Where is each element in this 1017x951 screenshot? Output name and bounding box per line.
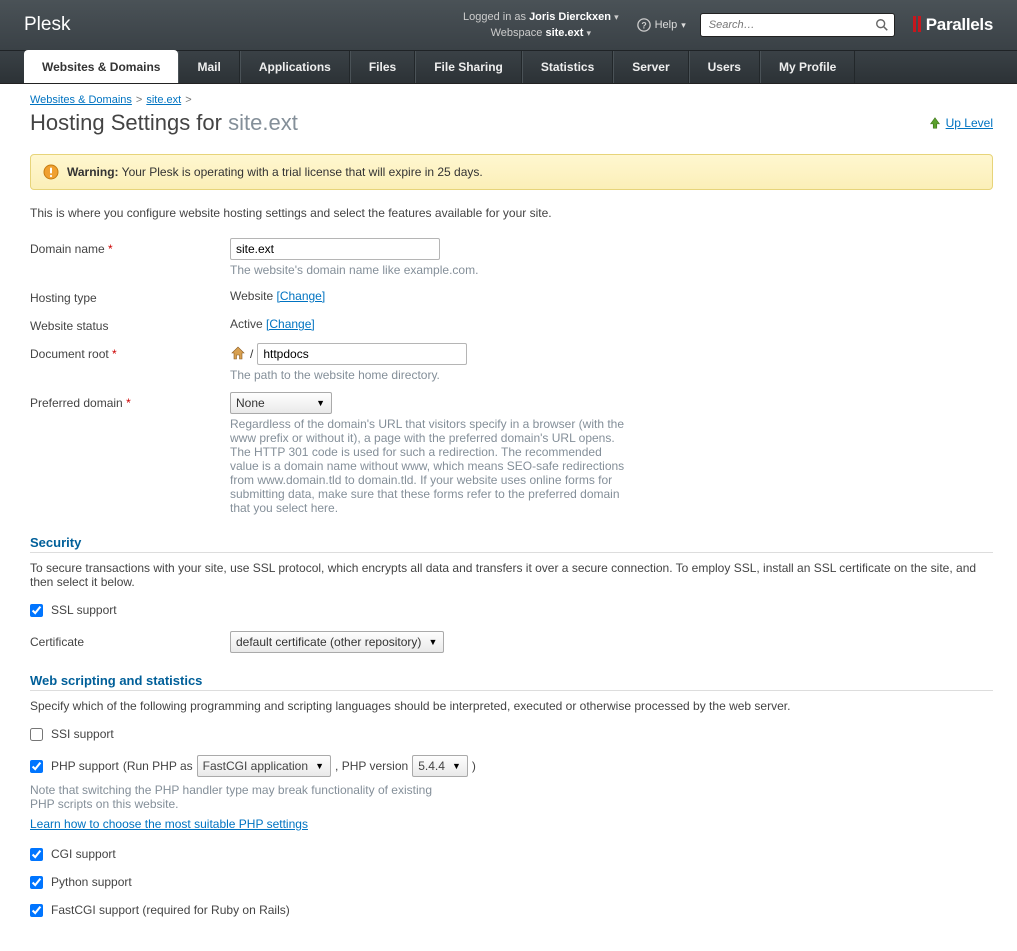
chevron-down-icon: ▼ <box>315 761 324 771</box>
top-header: Plesk Logged in as Joris Dierckxen ▾ Web… <box>0 0 1017 50</box>
search-input[interactable] <box>700 13 895 37</box>
security-desc: To secure transactions with your site, u… <box>30 561 993 589</box>
ssl-support-label: SSL support <box>51 603 117 617</box>
row-certificate: Certificate default certificate (other r… <box>30 631 993 653</box>
label-website-status: Website status <box>30 315 230 333</box>
page-content: Websites & Domains>site.ext> Hosting Set… <box>0 84 1017 951</box>
row-python-support: Python support <box>30 875 993 889</box>
row-doc-root: Document root * / The path to the websit… <box>30 343 993 382</box>
python-checkbox[interactable] <box>30 876 43 889</box>
chevron-down-icon: ▾ <box>586 28 591 38</box>
page-title-row: Hosting Settings for site.ext Up Level <box>30 110 993 136</box>
tab-file-sharing[interactable]: File Sharing <box>415 51 522 83</box>
svg-text:?: ? <box>641 21 646 31</box>
row-preferred-domain: Preferred domain * None▼ Regardless of t… <box>30 392 993 515</box>
hint-domain-name: The website's domain name like example.c… <box>230 263 630 277</box>
row-fastcgi-support: FastCGI support (required for Ruby on Ra… <box>30 903 993 917</box>
php-checkbox[interactable] <box>30 760 43 773</box>
chevron-down-icon: ▼ <box>452 761 461 771</box>
fastcgi-label: FastCGI support (required for Ruby on Ra… <box>51 903 290 917</box>
page-title: Hosting Settings for site.ext <box>30 110 298 136</box>
doc-root-input[interactable] <box>257 343 467 365</box>
label-preferred-domain: Preferred domain * <box>30 392 230 410</box>
chevron-down-icon: ▼ <box>429 637 438 647</box>
breadcrumb: Websites & Domains>site.ext> <box>30 94 993 106</box>
php-handler-select[interactable]: FastCGI application▼ <box>197 755 331 777</box>
main-tabs: Websites & Domains Mail Applications Fil… <box>0 50 1017 84</box>
plesk-logo: Plesk <box>24 14 70 36</box>
breadcrumb-site[interactable]: site.ext <box>146 94 181 106</box>
row-php-support: PHP support (Run PHP as FastCGI applicat… <box>30 755 993 777</box>
hint-preferred-domain: Regardless of the domain's URL that visi… <box>230 417 630 515</box>
webspace-selector[interactable]: Webspace site.ext ▾ <box>463 25 619 41</box>
row-ssl-support: SSL support <box>30 603 993 617</box>
warning-box: Warning: Your Plesk is operating with a … <box>30 154 993 190</box>
intro-text: This is where you configure website host… <box>30 206 993 220</box>
ssi-label: SSI support <box>51 727 114 741</box>
domain-name-input[interactable] <box>230 238 440 260</box>
tab-applications[interactable]: Applications <box>240 51 350 83</box>
preferred-domain-select[interactable]: None▼ <box>230 392 332 414</box>
learn-php-link[interactable]: Learn how to choose the most suitable PH… <box>30 817 308 831</box>
change-website-status[interactable]: [Change] <box>266 317 315 331</box>
row-ssi-support: SSI support <box>30 727 993 741</box>
home-icon <box>230 345 246 364</box>
up-level-link[interactable]: Up Level <box>928 116 993 130</box>
php-support-label: PHP support <box>51 759 119 773</box>
chevron-down-icon: ▾ <box>681 20 686 31</box>
php-note: Note that switching the PHP handler type… <box>30 783 450 811</box>
chevron-down-icon: ▼ <box>316 398 325 408</box>
row-website-status: Website status Active [Change] <box>30 315 993 333</box>
ssi-checkbox[interactable] <box>30 728 43 741</box>
row-domain-name: Domain name * The website's domain name … <box>30 238 993 277</box>
breadcrumb-websites[interactable]: Websites & Domains <box>30 94 132 106</box>
warning-icon <box>43 164 59 180</box>
search-icon[interactable] <box>875 18 889 32</box>
section-scripting: Web scripting and statistics <box>30 673 993 691</box>
logged-in-user[interactable]: Logged in as Joris Dierckxen ▾ <box>463 9 619 25</box>
row-hosting-type: Hosting type Website [Change] <box>30 287 993 305</box>
ssl-support-checkbox[interactable] <box>30 604 43 617</box>
row-cgi-support: CGI support <box>30 847 993 861</box>
user-info: Logged in as Joris Dierckxen ▾ Webspace … <box>463 9 619 41</box>
label-certificate: Certificate <box>30 631 230 649</box>
help-icon: ? <box>637 18 651 32</box>
section-security: Security <box>30 535 993 553</box>
php-version-select[interactable]: 5.4.4▼ <box>412 755 468 777</box>
change-hosting-type[interactable]: [Change] <box>276 289 325 303</box>
tab-statistics[interactable]: Statistics <box>522 51 613 83</box>
chevron-down-icon: ▾ <box>614 12 619 22</box>
cgi-label: CGI support <box>51 847 116 861</box>
label-doc-root: Document root * <box>30 343 230 361</box>
label-hosting-type: Hosting type <box>30 287 230 305</box>
scripting-desc: Specify which of the following programmi… <box>30 699 993 713</box>
certificate-select[interactable]: default certificate (other repository)▼ <box>230 631 444 653</box>
hint-doc-root: The path to the website home directory. <box>230 368 630 382</box>
up-level-icon <box>928 116 942 130</box>
tab-files[interactable]: Files <box>350 51 415 83</box>
parallels-logo: Parallels <box>913 15 993 35</box>
fastcgi-checkbox[interactable] <box>30 904 43 917</box>
python-label: Python support <box>51 875 132 889</box>
tab-my-profile[interactable]: My Profile <box>760 51 855 83</box>
cgi-checkbox[interactable] <box>30 848 43 861</box>
tab-users[interactable]: Users <box>689 51 760 83</box>
help-dropdown[interactable]: ? Help ▾ <box>637 18 686 32</box>
search-wrap <box>700 13 895 37</box>
label-domain-name: Domain name * <box>30 238 230 256</box>
tab-websites-domains[interactable]: Websites & Domains <box>24 50 178 83</box>
tab-mail[interactable]: Mail <box>178 51 239 83</box>
parallels-bars-icon <box>913 16 923 35</box>
tab-server[interactable]: Server <box>613 51 688 83</box>
